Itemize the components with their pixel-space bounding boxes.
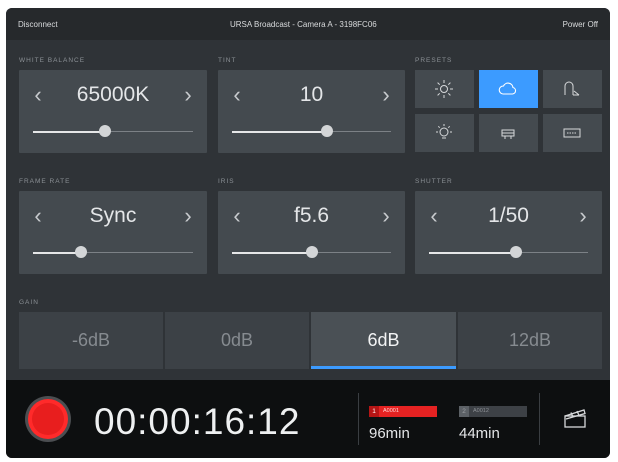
frame-rate-value: Sync [89, 204, 137, 227]
tint-value: 10 [299, 83, 324, 106]
shutter-slider[interactable] [429, 246, 588, 258]
iris-increase-icon[interactable]: › [374, 205, 398, 227]
clip-name: A0001 [383, 408, 399, 414]
card-tag: 2 A0012 [459, 406, 527, 417]
slider-knob[interactable] [75, 246, 87, 258]
preset-tungsten-button[interactable] [415, 114, 474, 152]
shutter-control: ‹ 1/50 › [415, 191, 602, 274]
slider-fill [232, 251, 312, 254]
camera-control-screen: Disconnect URSA Broadcast - Camera A - 3… [6, 8, 610, 458]
bulb-icon [436, 124, 452, 139]
slider-knob[interactable] [321, 125, 334, 137]
record-bar: 00:00:16:12 1 A0001 96min 2 A0012 44min [6, 380, 610, 458]
white-balance-label: WHITE BALANCE [19, 57, 86, 64]
frame-rate-control: ‹ Sync › [19, 191, 207, 274]
tint-slider[interactable] [232, 125, 391, 137]
record-button[interactable] [28, 399, 68, 439]
divider [539, 393, 540, 445]
gain-option[interactable]: 12dB [458, 312, 602, 369]
iris-slider[interactable] [232, 246, 391, 258]
preset-fluorescent-button[interactable] [479, 114, 538, 152]
slider-knob[interactable] [305, 246, 318, 258]
gain-option[interactable]: 0dB [165, 312, 309, 369]
power-off-button[interactable]: Power Off [563, 20, 598, 29]
iris-label: IRIS [218, 178, 235, 185]
frame-rate-increase-icon[interactable]: › [176, 205, 200, 227]
slider-knob[interactable] [99, 125, 111, 137]
white-balance-value: 65000K [76, 83, 150, 106]
card-number: 2 [459, 406, 469, 417]
custom-preset-icon [563, 128, 581, 138]
tint-control: ‹ 10 › [218, 70, 405, 153]
preset-daylight-button[interactable] [415, 70, 474, 108]
gain-option[interactable]: 6dB [311, 312, 456, 369]
camera-title: URSA Broadcast - Camera A - 3198FC06 [230, 20, 377, 29]
gain-option[interactable]: -6dB [19, 312, 163, 369]
slider-fill [429, 251, 517, 254]
clip-name: A0012 [473, 408, 489, 414]
slate-button[interactable] [562, 407, 588, 434]
white-balance-increase-icon[interactable]: › [176, 84, 200, 106]
slider-fill [33, 251, 81, 254]
white-balance-slider[interactable] [33, 125, 193, 137]
top-bar: Disconnect URSA Broadcast - Camera A - 3… [6, 8, 610, 40]
frame-rate-slider[interactable] [33, 246, 193, 258]
card-remaining-time: 44min [459, 425, 500, 442]
cloud-icon [498, 82, 517, 95]
tint-increase-icon[interactable]: › [374, 84, 398, 106]
presets-label: PRESETS [415, 57, 453, 64]
white-balance-control: ‹ 65000K › [19, 70, 207, 153]
gain-selected-indicator [311, 366, 456, 369]
slider-fill [33, 130, 105, 133]
sun-icon [435, 80, 453, 98]
frame-rate-label: FRAME RATE [19, 178, 71, 185]
shutter-label: SHUTTER [415, 178, 453, 185]
fluorescent-icon [501, 129, 515, 139]
clapperboard-icon [564, 409, 586, 428]
iris-control: ‹ f5.6 › [218, 191, 405, 274]
preset-shade-button[interactable] [543, 70, 602, 108]
divider [358, 393, 359, 445]
gain-label: GAIN [19, 299, 39, 306]
disconnect-button[interactable]: Disconnect [18, 20, 58, 29]
media-card-2[interactable]: 2 A0012 44min [459, 406, 529, 446]
tint-label: TINT [218, 57, 237, 64]
record-icon [32, 403, 64, 435]
shade-icon [564, 81, 580, 96]
card-remaining-time: 96min [369, 425, 410, 442]
card-tag: 1 A0001 [369, 406, 437, 417]
card-number: 1 [369, 406, 379, 417]
slider-knob[interactable] [510, 246, 523, 258]
shutter-value: 1/50 [488, 204, 529, 227]
shutter-increase-icon[interactable]: › [571, 205, 595, 227]
timecode-display: 00:00:16:12 [94, 401, 301, 442]
preset-custom-button[interactable] [543, 114, 602, 152]
media-card-1[interactable]: 1 A0001 96min [369, 406, 439, 446]
preset-cloudy-button[interactable] [479, 70, 538, 108]
iris-value: f5.6 [293, 204, 330, 227]
slider-fill [232, 130, 328, 133]
